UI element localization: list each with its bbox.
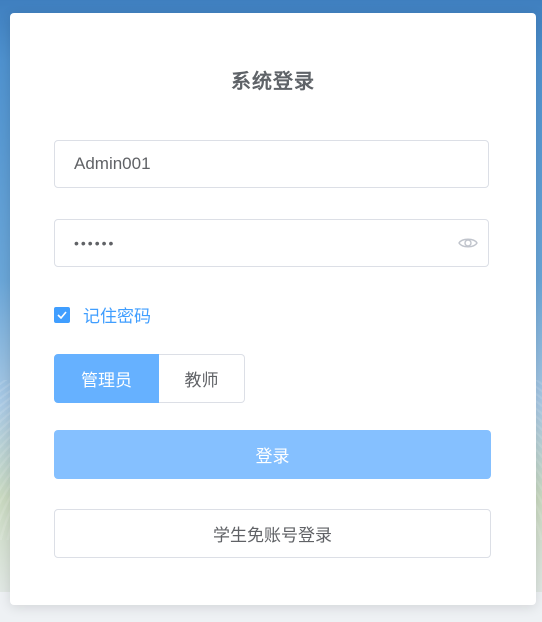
student-login-button[interactable]: 学生免账号登录 bbox=[54, 509, 491, 558]
remember-password-checkbox[interactable]: 记住密码 bbox=[54, 302, 151, 327]
role-selector: 管理员 教师 bbox=[54, 354, 245, 403]
login-card: 系统登录 记住密码 管理员 教师 登录 学生免账号登录 bbox=[10, 13, 536, 605]
checkmark-icon[interactable] bbox=[54, 306, 70, 323]
page-title: 系统登录 bbox=[231, 69, 315, 93]
username-field bbox=[54, 140, 489, 188]
eye-icon[interactable] bbox=[458, 235, 478, 251]
login-button[interactable]: 登录 bbox=[54, 430, 491, 479]
role-teacher-button[interactable]: 教师 bbox=[159, 354, 245, 403]
password-field bbox=[54, 219, 489, 267]
password-input[interactable] bbox=[55, 220, 488, 266]
role-admin-button[interactable]: 管理员 bbox=[54, 354, 159, 403]
username-input[interactable] bbox=[55, 141, 488, 187]
remember-password-label: 记住密码 bbox=[83, 307, 151, 327]
